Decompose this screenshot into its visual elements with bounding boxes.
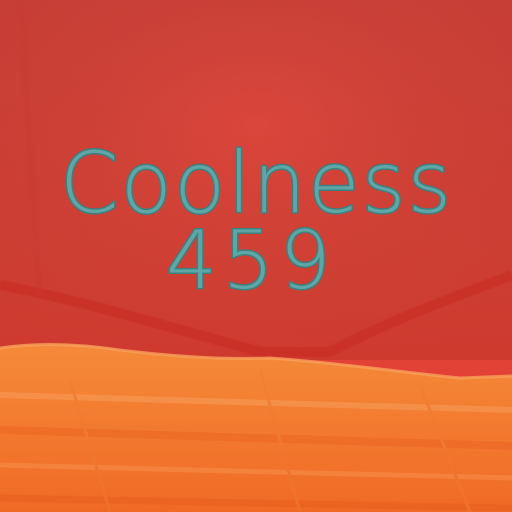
game-viewport[interactable]: Coolness 459 bbox=[0, 0, 512, 512]
coolness-value: 459 bbox=[166, 214, 337, 307]
room-render: Coolness 459 bbox=[0, 0, 512, 512]
